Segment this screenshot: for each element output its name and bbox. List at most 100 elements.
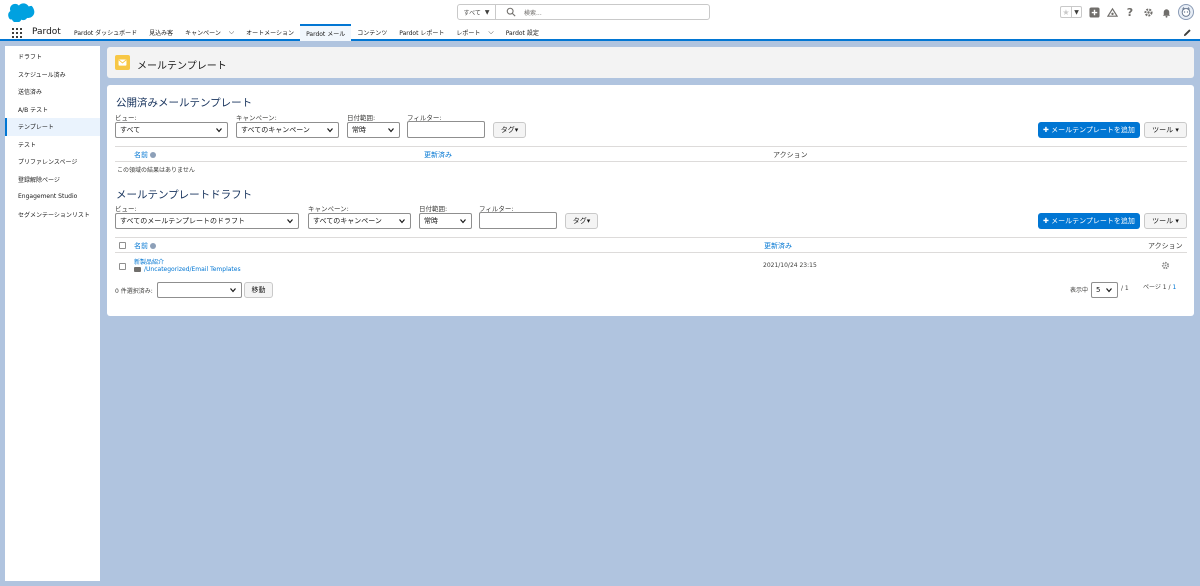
global-add-icon[interactable] [1088,6,1100,18]
sidebar-item-label: プリファレンスページ [18,159,78,167]
tab-campaigns[interactable]: キャンペーン ⌵ [179,24,240,41]
published-col-name[interactable]: 名前 [134,150,156,160]
sidebar-item-label: テスト [18,141,37,149]
salesforce-logo[interactable] [7,3,36,22]
pagination-prefix: ページ 1 / [1143,284,1171,291]
drafts-add-template-button[interactable]: ✚ メールテンプレートを追加 [1038,213,1140,229]
sidebar-item-drafts[interactable]: ドラフト [5,48,100,66]
chevron-down-icon [327,128,333,133]
tab-label: オートメーション [246,30,295,37]
star-icon[interactable]: ★ [1061,7,1071,17]
published-view-label: ビュー: [115,114,137,122]
sidebar-item-label: 登録解除ページ [18,176,60,184]
template-updated-date: 2021/10/24 23:15 [763,262,817,269]
sidebar-item-sent[interactable]: 送信済み [5,83,100,101]
global-header: すべて ▼ 検索... ★ ▼ ? [0,0,1200,24]
tab-label: Pardot レポート [399,30,445,37]
tab-pardot-dashboard[interactable]: Pardot ダッシュボード [68,24,143,41]
chevron-down-icon[interactable]: ⌵ [229,28,234,37]
sidebar-item-scheduled[interactable]: スケジュール済み [5,66,100,84]
tab-reports[interactable]: レポート ⌵ [450,24,499,41]
template-folder-link[interactable]: /Uncategorized/Email Templates [134,266,241,273]
select-value: 常時 [424,217,438,225]
drafts-col-updated[interactable]: 更新済み [764,241,792,251]
header-utility-icons: ★ ▼ ? [1060,4,1194,20]
bulk-action-select[interactable] [157,282,242,298]
sidebar-item-preference-pages[interactable]: プリファレンスページ [5,153,100,171]
tab-content[interactable]: コンテンツ [351,24,393,41]
published-col-updated[interactable]: 更新済み [424,150,452,160]
chevron-down-icon [287,219,293,224]
published-view-select[interactable]: すべて [115,122,228,138]
sidebar-item-templates[interactable]: テンプレート [5,118,100,136]
per-page-select[interactable]: 5 [1091,282,1118,298]
drafts-filter-input[interactable] [479,212,557,229]
template-name-link[interactable]: 新製品紹介 [134,257,164,266]
tab-label: レポート [456,30,481,37]
sidebar-item-label: A/B テスト [18,106,49,114]
setup-gear-icon[interactable] [1142,6,1154,18]
published-add-template-button[interactable]: ✚ メールテンプレートを追加 [1038,122,1140,138]
notification-bell-icon[interactable] [1160,6,1172,18]
published-tag-button[interactable]: タグ▾ [493,122,526,138]
sidebar-item-label: スケジュール済み [18,71,66,79]
select-all-checkbox[interactable] [119,242,126,249]
folder-icon [134,267,141,272]
email-template-icon [115,55,130,70]
page-link[interactable]: 1 [1172,284,1176,291]
sidebar-item-unsubscribe-pages[interactable]: 登録解除ページ [5,171,100,189]
sidebar-item-engagement-studio[interactable]: Engagement Studio [5,188,100,206]
published-campaign-select[interactable]: すべてのキャンペーン [236,122,339,138]
select-value: 5 [1096,286,1101,294]
chevron-down-icon[interactable]: ⌵ [488,28,493,37]
drafts-col-name[interactable]: 名前 [134,241,156,251]
tab-pardot-settings[interactable]: Pardot 設定 [500,24,545,41]
published-col-action: アクション [773,151,808,159]
drafts-tools-button[interactable]: ツール ▾ [1144,213,1187,229]
drafts-section-title: メールテンプレートドラフト [116,189,253,201]
tab-pardot-email[interactable]: Pardot メール [300,24,352,41]
column-label: 名前 [134,242,148,250]
published-tools-button[interactable]: ツール ▾ [1144,122,1187,138]
info-icon [150,243,156,249]
drafts-view-select[interactable]: すべてのメールテンプレートのドラフト [115,213,299,229]
search-input[interactable]: 検索... [524,8,542,17]
sidebar-item-label: Engagement Studio [18,193,78,201]
help-icon[interactable]: ? [1124,6,1136,19]
row-gear-icon[interactable] [1161,261,1170,270]
tab-label: Pardot 設定 [505,30,539,37]
tab-prospects[interactable]: 見込み客 [143,24,179,41]
sidebar-item-label: セグメンテーションリスト [18,211,90,219]
sidebar-item-segmentation-lists[interactable]: セグメンテーションリスト [5,206,100,232]
favorites-dropdown-icon[interactable]: ▼ [1071,7,1081,17]
trailhead-icon[interactable] [1106,6,1118,18]
search-scope-dropdown[interactable]: すべて ▼ [458,5,496,19]
tab-automation[interactable]: オートメーション [240,24,300,41]
drafts-date-select[interactable]: 常時 [419,213,472,229]
page-total-label: / 1 [1121,285,1129,292]
published-date-select[interactable]: 常時 [347,122,400,138]
drafts-campaign-select[interactable]: すべてのキャンペーン [308,213,411,229]
published-section-title: 公開済みメールテンプレート [116,97,253,109]
favorites-group: ★ ▼ [1060,6,1082,18]
chevron-down-icon [230,288,236,293]
page-title: メールテンプレート [137,61,227,72]
published-filter-input[interactable] [407,121,485,138]
move-button[interactable]: 移動 [244,282,273,298]
edit-nav-pencil-icon[interactable] [1183,28,1192,37]
search-icon [506,7,516,17]
chevron-down-icon [216,128,222,133]
global-search: すべて ▼ 検索... [457,4,710,20]
divider [115,237,1187,238]
user-avatar[interactable] [1178,4,1194,20]
sidebar-item-ab-test[interactable]: A/B テスト [5,101,100,119]
tab-label: コンテンツ [357,30,388,37]
tab-pardot-reports[interactable]: Pardot レポート [393,24,450,41]
drafts-tag-button[interactable]: タグ▾ [565,213,598,229]
app-launcher-icon[interactable] [12,28,22,38]
pagination: ページ 1 / 1 [1143,282,1176,291]
sidebar-item-test[interactable]: テスト [5,136,100,154]
select-value: すべてのメールテンプレートのドラフト [120,217,246,225]
pardot-email-sidebar: ドラフト スケジュール済み 送信済み A/B テスト テンプレート テスト プリ… [5,46,100,581]
row-checkbox[interactable] [119,263,126,270]
